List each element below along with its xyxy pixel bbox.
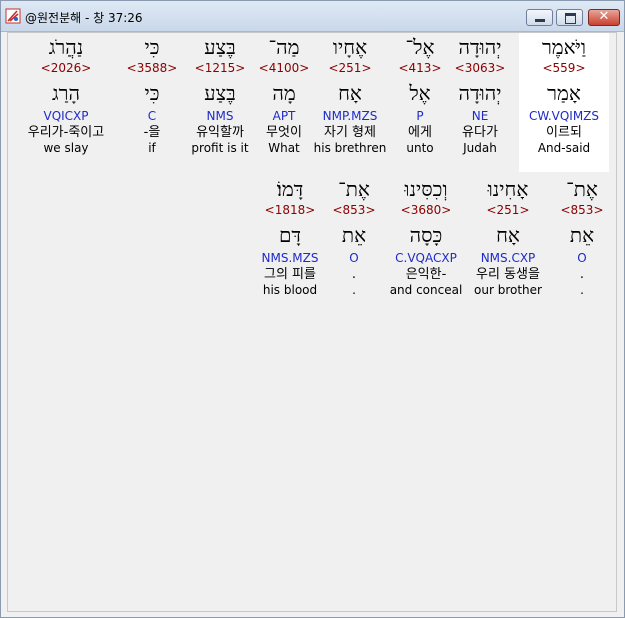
root-word: אָמַר <box>547 81 581 105</box>
english-gloss: our brother <box>474 283 542 297</box>
korean-gloss: -을 <box>143 125 161 140</box>
minimize-button[interactable] <box>526 9 553 26</box>
strong-number: <559> <box>542 61 586 75</box>
root-word: הָרַג <box>52 81 80 105</box>
parsing-code: NMS.MZS <box>261 251 319 265</box>
title-bar[interactable]: @원전분해 - 창 37:26 ✕ <box>1 1 624 32</box>
strong-number: <251> <box>486 203 530 217</box>
close-icon: ✕ <box>598 9 610 24</box>
word-cell[interactable]: וַיֹּאמֶר <559> אָמַר CW.VQIMZS 이르되 And-said <box>519 33 609 172</box>
korean-gloss: 그의 피를 <box>264 267 316 282</box>
english-gloss: if <box>148 141 156 155</box>
english-gloss: And-said <box>537 141 591 155</box>
strong-number: <1818> <box>264 203 316 217</box>
window-title: @원전분해 - 창 37:26 <box>25 11 143 25</box>
strong-number: <2026> <box>40 61 92 75</box>
english-gloss: we slay <box>43 141 89 155</box>
app-icon <box>5 8 21 24</box>
root-word: כִּי <box>144 81 160 105</box>
english-gloss: his blood <box>262 283 318 297</box>
hebrew-word: נַהֲרֹג <box>48 35 84 59</box>
parsing-code: VQICXP <box>43 109 89 123</box>
hebrew-word: אָחִינוּ <box>487 177 529 201</box>
root-word: אָח <box>496 223 520 247</box>
parsing-code: NMS.CXP <box>480 251 536 265</box>
parsing-code: CW.VQIMZS <box>528 109 600 123</box>
strong-number: <3588> <box>126 61 178 75</box>
root-word: דָּם <box>278 223 302 247</box>
korean-gloss: 이르되 <box>546 125 582 140</box>
app-window: @원전분해 - 창 37:26 ✕ וַיֹּאמֶר <559> אָמַר CW.… <box>0 0 625 618</box>
hebrew-word: דָּמוֹ׃ <box>276 177 304 201</box>
close-button[interactable]: ✕ <box>588 9 620 26</box>
hebrew-word: כִּי <box>144 35 160 59</box>
maximize-icon <box>565 13 576 24</box>
korean-gloss: 우리가-죽이고 <box>27 125 105 140</box>
parsing-code: C <box>147 109 157 123</box>
word-cell[interactable]: כִּי <3588> כִּי C -을 if <box>108 33 196 156</box>
interlinear-panel[interactable]: וַיֹּאמֶר <559> אָמַר CW.VQIMZS 이르되 And-said י… <box>7 32 617 612</box>
word-cell[interactable]: נַהֲרֹג <2026> הָרַג VQICXP 우리가-죽이고 we slay <box>22 33 110 156</box>
minimize-icon <box>535 19 545 22</box>
word-cell[interactable]: דָּמוֹ׃ <1818> דָּם NMS.MZS 그의 피를 his blood <box>246 175 334 298</box>
korean-gloss: 우리 동생을 <box>476 267 540 282</box>
hebrew-word: וַיֹּאמֶר <box>541 35 587 59</box>
word-cell[interactable]: אָחִינוּ <251> אָח NMS.CXP 우리 동생을 our brother <box>464 175 552 298</box>
maximize-button[interactable] <box>556 9 583 26</box>
